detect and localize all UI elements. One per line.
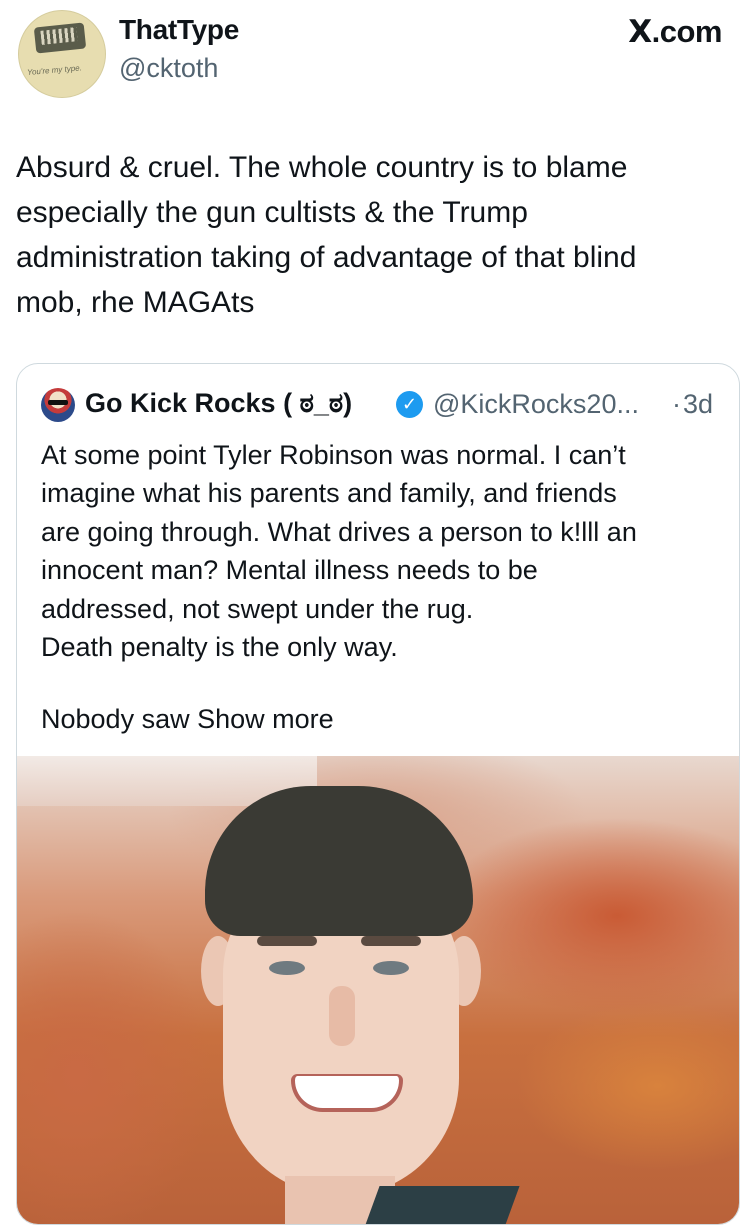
quoted-tweet-text: At some point Tyler Robinson was normal.… [41, 440, 637, 663]
display-name[interactable]: ThatType [119, 14, 239, 46]
eye-left [269, 961, 305, 975]
hair [205, 786, 473, 936]
dot-separator: · [672, 389, 681, 419]
quoted-user-avatar[interactable] [41, 388, 75, 422]
user-handle[interactable]: @cktoth [119, 53, 218, 84]
truncated-text: Nobody saw [41, 704, 190, 734]
show-more-link[interactable]: Show more [197, 704, 334, 734]
brow-right [361, 936, 421, 946]
tweet-header: You're my type. ThatType @cktoth X.com [0, 0, 748, 110]
site-watermark: X.com [628, 14, 722, 50]
quoted-tweet[interactable]: Go Kick Rocks ( ಠ_ಠ) ✓ @KickRocks20... ·… [16, 363, 740, 1225]
x-logo-icon: X [628, 14, 652, 50]
quoted-truncated-line: Nobody saw Show more [41, 704, 334, 735]
quoted-tweet-header: Go Kick Rocks ( ಠ_ಠ) ✓ @KickRocks20... ·… [41, 386, 731, 426]
user-avatar[interactable]: You're my type. [18, 10, 106, 98]
eye-right [373, 961, 409, 975]
quoted-display-name[interactable]: Go Kick Rocks ( ಠ_ಠ) [85, 388, 352, 420]
quoted-user-handle[interactable]: @KickRocks20... [433, 389, 639, 420]
sunglasses-graphic [48, 400, 68, 405]
brow-left [257, 936, 317, 946]
quoted-timestamp[interactable]: 3d [683, 389, 713, 420]
tweet-text: Absurd & cruel. The whole country is to … [16, 151, 637, 319]
mouth [291, 1074, 403, 1112]
verified-badge-icon: ✓ [396, 391, 423, 418]
site-label: .com [651, 14, 723, 49]
nose [329, 986, 355, 1046]
avatar-caption: You're my type. [26, 63, 83, 78]
quoted-tweet-photo[interactable] [17, 756, 739, 1224]
photo-person [195, 786, 520, 1224]
